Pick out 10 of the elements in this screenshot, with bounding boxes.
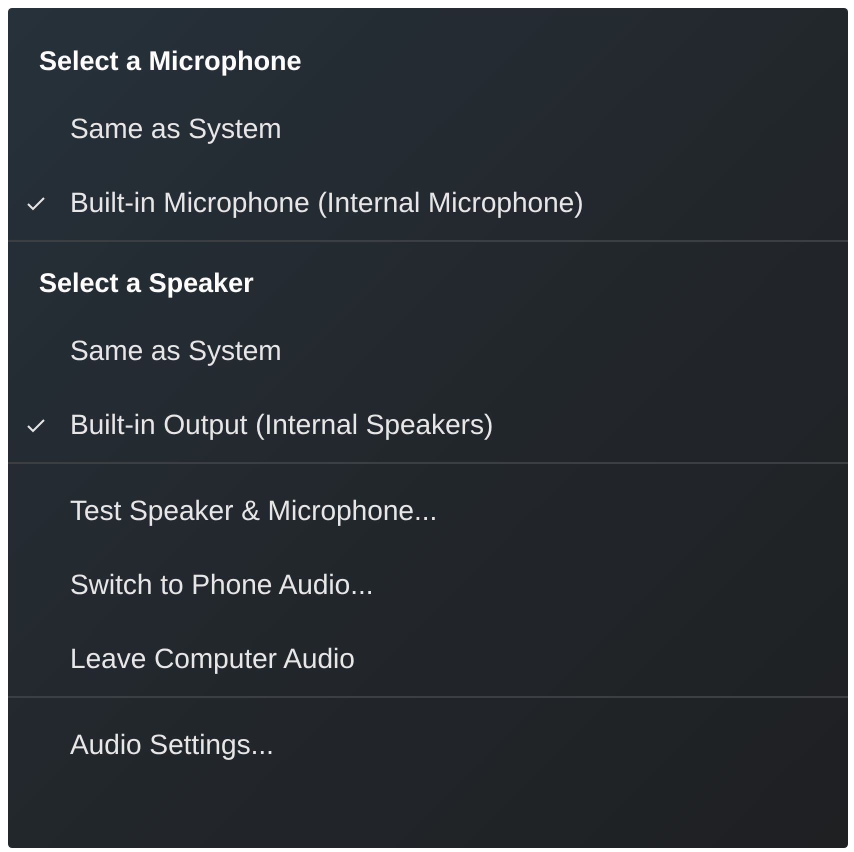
section-header: Select a Microphone	[39, 44, 302, 78]
menu-item[interactable]: Test Speaker & Microphone...	[8, 474, 848, 548]
menu-item[interactable]: Same as System	[8, 314, 848, 388]
menu-item[interactable]: Leave Computer Audio	[8, 622, 848, 696]
menu-item[interactable]: Audio Settings...	[8, 708, 848, 782]
menu-item[interactable]: Built-in Output (Internal Speakers)	[8, 388, 848, 462]
menu-item[interactable]: Built-in Microphone (Internal Microphone)	[8, 166, 848, 240]
menu-item[interactable]: Switch to Phone Audio...	[8, 548, 848, 622]
menu-item[interactable]: Same as System	[8, 92, 848, 166]
section-header: Select a Speaker	[39, 266, 254, 300]
